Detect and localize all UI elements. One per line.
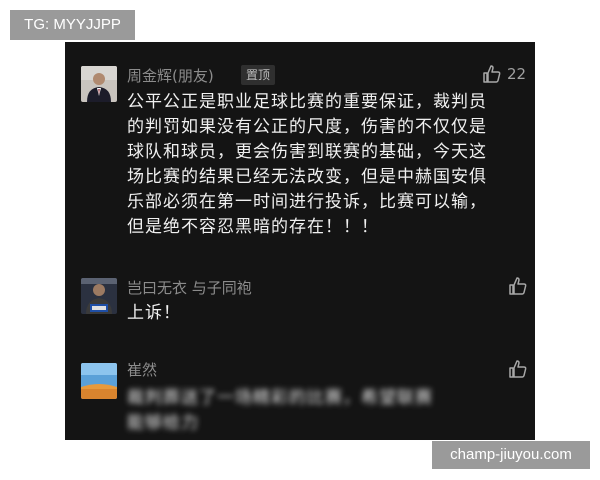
- thumbs-up-icon[interactable]: [508, 276, 528, 300]
- comment-username[interactable]: 岂曰无衣 与子同袍: [127, 277, 252, 298]
- comment-username[interactable]: 崔然: [127, 359, 157, 380]
- comment-text: 上诉！: [127, 303, 181, 323]
- thumbs-up-icon[interactable]: [482, 64, 502, 88]
- comment-text-blurred: 裁判葬送了一场精彩的比赛，希望联赛 能够给力: [127, 388, 433, 433]
- site-watermark: champ-jiuyou.com: [432, 441, 590, 469]
- thumbs-up-icon[interactable]: [508, 359, 528, 383]
- avatar[interactable]: [81, 363, 117, 399]
- comments-panel: 周金辉(朋友) 置顶 22 公平公正是职业足球比赛的重要保证，裁判员 的判罚如果…: [65, 42, 535, 440]
- tg-badge: TG: MYYJJPP: [10, 10, 135, 40]
- comment-username[interactable]: 周金辉(朋友): [127, 65, 214, 86]
- avatar[interactable]: [81, 66, 117, 102]
- avatar[interactable]: [81, 278, 117, 314]
- pinned-badge: 置顶: [241, 65, 276, 85]
- like-count: 22: [507, 65, 527, 83]
- comment-text: 公平公正是职业足球比赛的重要保证，裁判员 的判罚如果没有公正的尺度，伤害的不仅仅…: [127, 92, 487, 237]
